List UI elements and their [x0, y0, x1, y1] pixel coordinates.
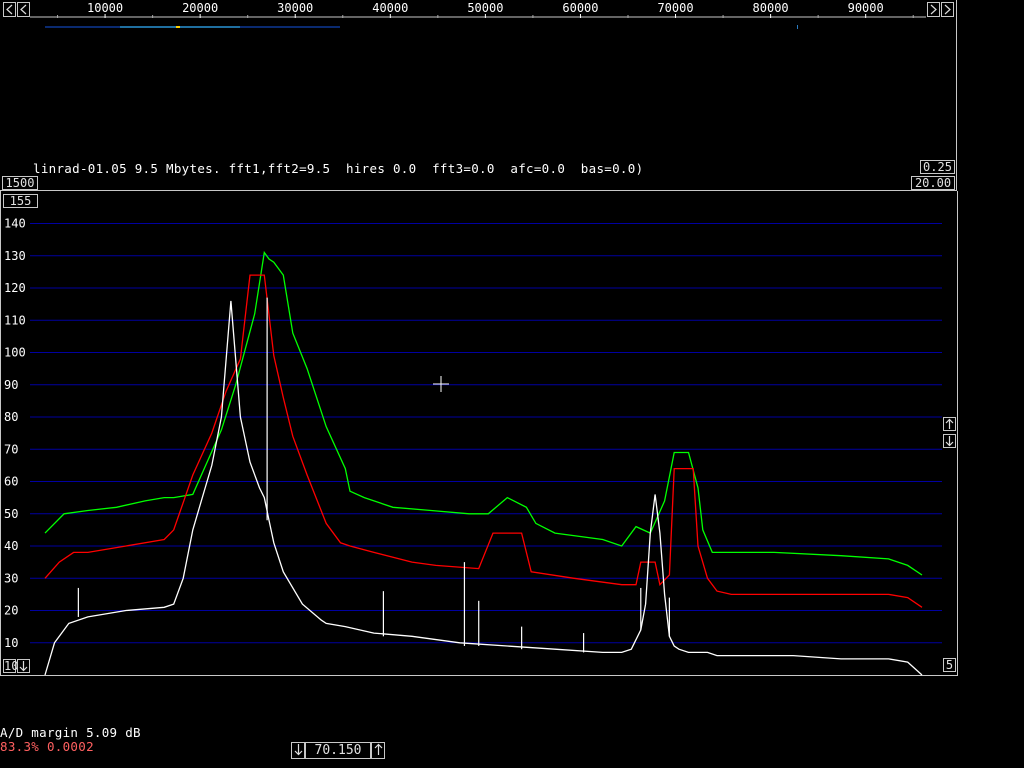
frequency-label: 70000 [657, 1, 693, 15]
fft-average-box[interactable]: 1500 [2, 176, 38, 190]
peak-hold-trace [44, 274, 923, 608]
freq-down-button[interactable] [291, 742, 305, 759]
graph-bottom-right-box[interactable]: 5 [943, 658, 956, 672]
gain-box[interactable]: 0.25 [920, 160, 955, 174]
y-tick-label: 10 [4, 636, 18, 650]
frequency-label: 50000 [467, 1, 503, 15]
left-down-button[interactable] [17, 659, 30, 673]
max-hold-trace [44, 250, 923, 576]
waterfall-marker [797, 25, 798, 29]
graph-down-button[interactable] [943, 434, 956, 448]
frequency-label: 80000 [753, 1, 789, 15]
graph-bottom-left-box[interactable]: 10 [3, 659, 18, 673]
spectrum-graph[interactable]: 140 130 120 110 100 90 80 70 60 50 40 30 20 10 [0, 191, 958, 676]
arrow-down-icon [945, 436, 954, 447]
frequency-label: 90000 [848, 1, 884, 15]
waterfall-strip [45, 25, 798, 29]
y-tick-label: 100 [4, 346, 26, 360]
frequency-label: 30000 [277, 1, 313, 15]
y-tick-label: 30 [4, 571, 18, 585]
y-tick-label: 20 [4, 604, 18, 618]
db-range-box[interactable]: 20.00 [911, 176, 955, 190]
cpu-load-text: 83.3% 0.0002 [0, 739, 94, 754]
arrow-up-icon [945, 418, 954, 429]
frequency-scale[interactable]: 10000 20000 30000 40000 50000 60000 70000 80000… [0, 0, 957, 40]
y-tick-label: 70 [4, 442, 18, 456]
current-trace [44, 300, 923, 676]
frequency-label: 60000 [562, 1, 598, 15]
frequency-label: 40000 [372, 1, 408, 15]
graph-top-box[interactable]: 155 [3, 194, 38, 208]
y-tick-label: 50 [4, 507, 18, 521]
y-tick-label: 80 [4, 410, 18, 424]
y-tick-label: 60 [4, 475, 18, 489]
waterfall-peak [176, 26, 180, 28]
y-tick-label: 40 [4, 539, 18, 553]
y-tick-label: 90 [4, 378, 18, 392]
arrow-down-icon [19, 661, 28, 672]
freq-up-button[interactable] [371, 742, 385, 759]
frequency-label: 20000 [182, 1, 218, 15]
ad-margin-text: A/D margin 5.09 dB [0, 725, 141, 740]
graph-up-button[interactable] [943, 417, 956, 431]
y-tick-label: 130 [4, 249, 26, 263]
y-tick-label: 120 [4, 281, 26, 295]
crosshair-cursor [433, 376, 449, 392]
arrow-down-icon [294, 744, 302, 756]
frequency-display[interactable]: 70.150 [305, 742, 371, 759]
y-tick-label: 110 [4, 313, 26, 327]
frequency-label: 10000 [87, 1, 123, 15]
status-line: linrad-01.05 9.5 Mbytes. fft1,fft2=9.5 h… [33, 161, 644, 176]
y-tick-label: 140 [4, 217, 26, 231]
arrow-up-icon [374, 743, 382, 755]
